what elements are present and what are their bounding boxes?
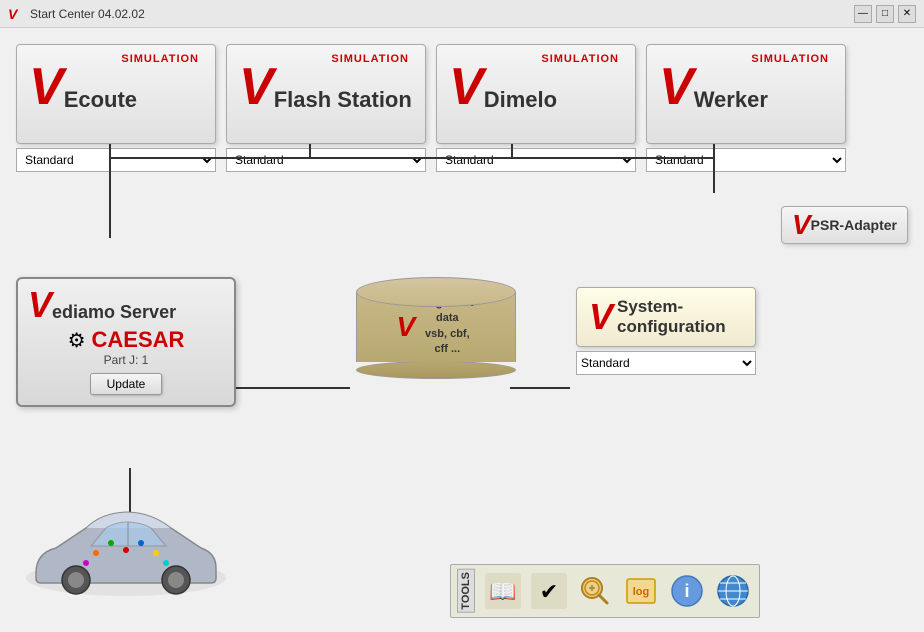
sim-box-dimelo[interactable]: SIMULATION VDimelo — [436, 44, 636, 144]
svg-text:✔: ✔ — [540, 579, 558, 604]
sysconfig-box[interactable]: V System- configuration — [576, 287, 756, 347]
title-bar: V Start Center 04.02.02 — □ ✕ — [0, 0, 924, 28]
close-button[interactable]: ✕ — [898, 5, 916, 23]
car-illustration — [16, 498, 236, 618]
cylinder-bottom — [356, 361, 516, 379]
v-logo-flash-station: V — [239, 61, 274, 113]
psr-adapter-box[interactable]: V PSR-Adapter — [781, 206, 908, 244]
tool-help[interactable]: 📖 — [483, 571, 523, 611]
dropdown-row: Standard Standard Standard Standard — [16, 148, 908, 172]
app-name-dimelo: Dimelo — [484, 87, 557, 113]
v-logo-werker: V — [659, 61, 694, 113]
flash-station-dropdown[interactable]: Standard — [226, 148, 426, 172]
werker-dropdown[interactable]: Standard — [646, 148, 846, 172]
sysconfig-section: V System- configuration Standard — [576, 287, 756, 407]
dimelo-dropdown[interactable]: Standard — [436, 148, 636, 172]
diagnostic-cylinder[interactable]: V diagnostic data vsb, cbf, cff ... — [356, 277, 516, 407]
sim-box-flash-station[interactable]: SIMULATION VFlash Station — [226, 44, 426, 144]
svg-text:📖: 📖 — [489, 579, 516, 604]
v-logo-ecoute: V — [29, 61, 64, 113]
psr-v-logo: V — [792, 211, 811, 239]
cylinder-top — [356, 277, 516, 307]
sysconfig-name: System- configuration — [617, 297, 726, 338]
window-title: Start Center 04.02.02 — [30, 7, 145, 21]
app-name-flash-station: Flash Station — [274, 87, 412, 113]
v-logo-dimelo: V — [449, 61, 484, 113]
tool-info[interactable]: i — [667, 571, 707, 611]
vediamo-server-name: ediamo Server — [52, 302, 176, 323]
caesar-text: CAESAR — [92, 327, 185, 353]
update-button[interactable]: Update — [90, 373, 163, 395]
caesar-icon: ⚙ — [68, 328, 86, 353]
car-svg — [16, 498, 236, 608]
simulation-boxes-row: SIMULATION VEcoute SIMULATION VFlash Sta… — [16, 44, 908, 144]
tool-web[interactable] — [713, 571, 753, 611]
minimize-button[interactable]: — — [854, 5, 872, 23]
ecoute-dropdown[interactable]: Standard — [16, 148, 216, 172]
sysconfig-dropdown[interactable]: Standard — [576, 351, 756, 375]
tools-label: TOOLS — [457, 569, 475, 613]
diag-v-logo: V — [397, 311, 416, 343]
tool-check[interactable]: ✔ — [529, 571, 569, 611]
app-name-ecoute: Ecoute — [64, 87, 137, 113]
sysconfig-v-logo: V — [589, 296, 613, 338]
sim-box-ecoute[interactable]: SIMULATION VEcoute — [16, 44, 216, 144]
svg-text:log: log — [633, 586, 650, 598]
app-icon: V — [8, 6, 24, 22]
part-j-text: Part J: 1 — [28, 353, 224, 367]
app-name-werker: Werker — [694, 87, 768, 113]
psr-name: PSR-Adapter — [811, 217, 897, 233]
svg-text:i: i — [684, 581, 689, 601]
vediamo-v-logo: V — [28, 287, 52, 323]
vediamo-server-box: V ediamo Server ⚙ CAESAR Part J: 1 Updat… — [16, 277, 236, 407]
tool-log[interactable]: log — [621, 571, 661, 611]
sim-box-werker[interactable]: SIMULATION VWerker — [646, 44, 846, 144]
tools-bar: TOOLS 📖 ✔ log — [450, 564, 760, 618]
maximize-button[interactable]: □ — [876, 5, 894, 23]
tool-search[interactable] — [575, 571, 615, 611]
